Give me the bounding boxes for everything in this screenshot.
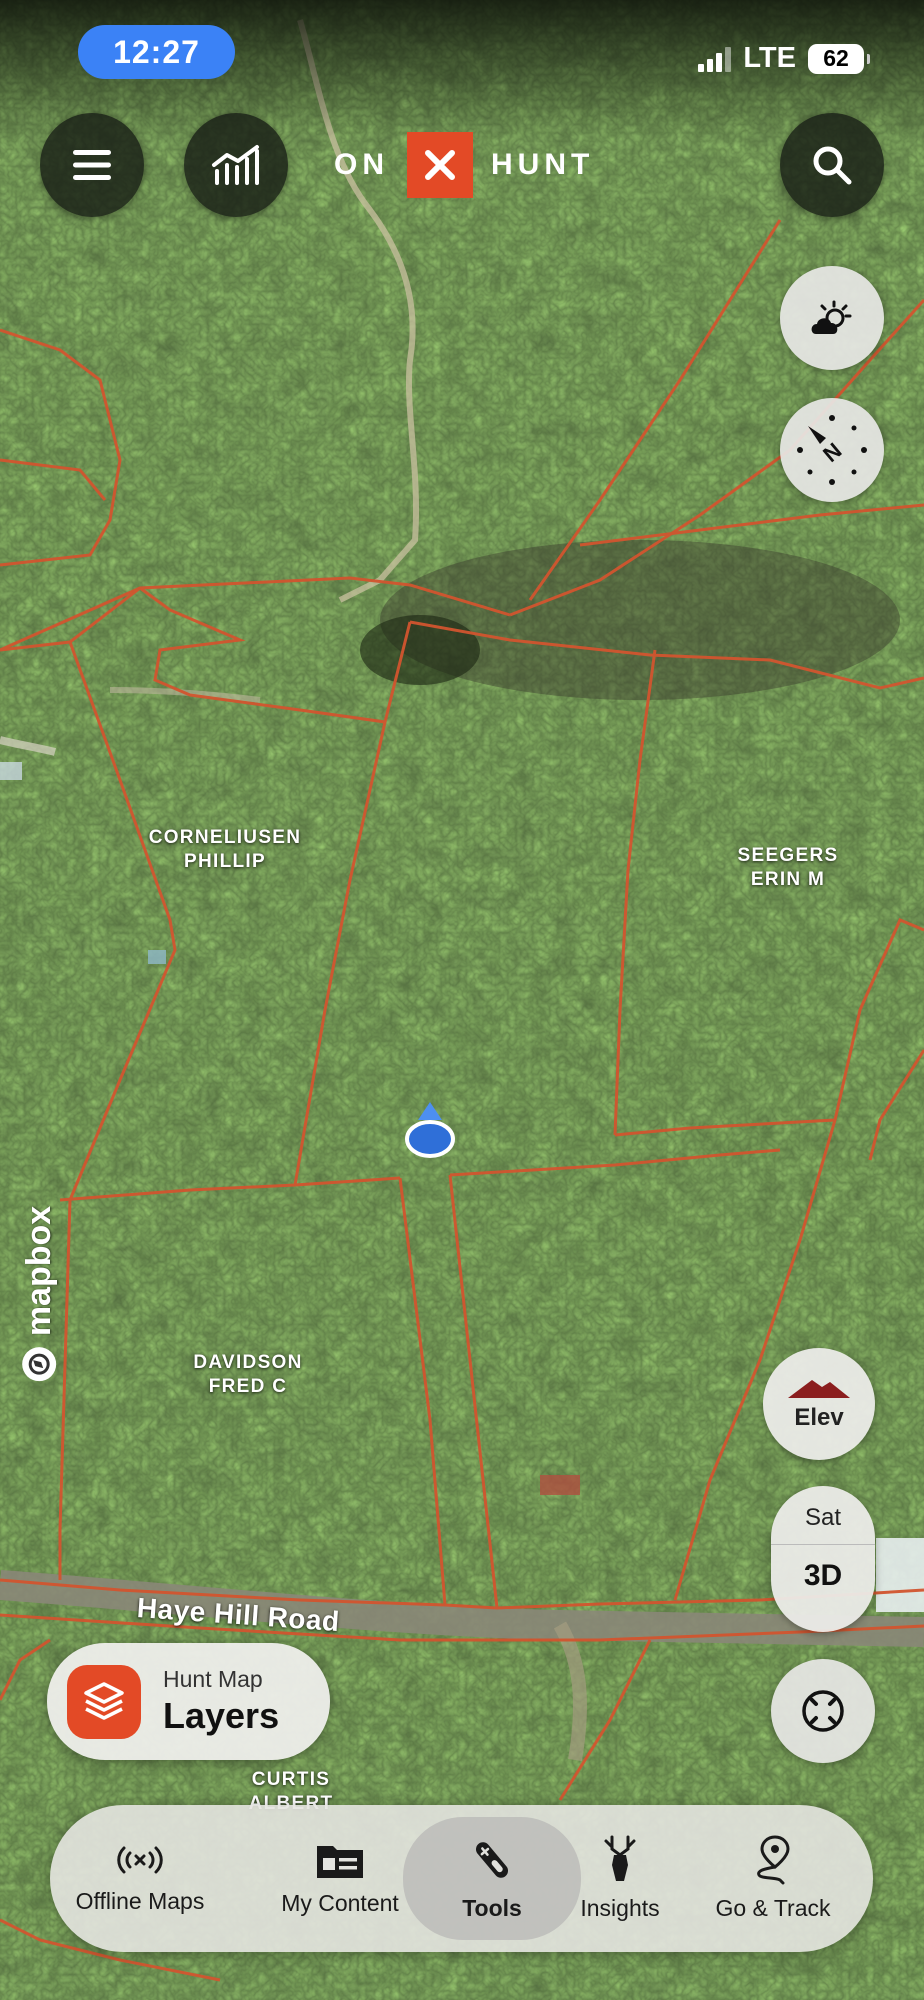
nav-insights[interactable]: Insights	[555, 1805, 685, 1952]
logo-text-on: ON	[334, 148, 389, 181]
search-icon	[813, 146, 852, 185]
view-mode-toggle[interactable]: Sat 3D	[771, 1486, 875, 1632]
activity-chart-icon	[212, 145, 259, 185]
onx-hunt-logo: ON HUNT	[334, 132, 594, 198]
deer-icon	[604, 1835, 636, 1881]
locate-button[interactable]	[771, 1659, 875, 1763]
layers-icon	[67, 1664, 141, 1739]
nav-go-and-track[interactable]: Go & Track	[688, 1805, 858, 1952]
mapbox-attribution[interactable]: mapbox	[19, 1206, 59, 1384]
route-pin-icon	[757, 1835, 790, 1885]
parcel-label-corneliusen: CORNELIUSEN PHILLIP	[140, 826, 310, 874]
parcel-owner-line1: CORNELIUSEN	[148, 827, 302, 848]
nav-label: My Content	[281, 1890, 399, 1916]
nav-my-content[interactable]: My Content	[270, 1805, 410, 1952]
search-button[interactable]	[780, 113, 884, 217]
analytics-button[interactable]	[184, 113, 288, 217]
network-type: LTE	[743, 42, 796, 74]
battery-icon: 62	[808, 43, 870, 74]
mapbox-text: mapbox	[19, 1205, 58, 1337]
parcel-label-seegers: SEEGERS ERIN M	[720, 844, 856, 892]
parcel-owner-line2: PHILLIP	[184, 851, 266, 872]
map-layers-button[interactable]: Hunt Map Layers	[47, 1643, 330, 1760]
parcel-owner-line1: SEEGERS	[737, 845, 839, 866]
crosshair-icon	[802, 1690, 844, 1732]
parcel-owner-line2: ERIN M	[750, 869, 826, 890]
weather-sun-cloud-icon	[811, 300, 852, 334]
sat-option[interactable]: Sat	[805, 1504, 841, 1532]
hamburger-menu-icon	[73, 150, 111, 180]
layers-title: Layers	[163, 1695, 280, 1736]
offline-maps-icon	[117, 1846, 163, 1874]
status-right: LTE 62	[698, 42, 870, 75]
logo-text-hunt: HUNT	[491, 148, 595, 181]
x-icon	[425, 150, 455, 180]
weather-button[interactable]	[780, 266, 884, 370]
3d-option[interactable]: 3D	[804, 1559, 842, 1593]
svg-text:N: N	[818, 438, 846, 467]
battery-level: 62	[823, 45, 849, 71]
parcel-owner-line1: CURTIS	[251, 1769, 331, 1790]
nav-label: Tools	[462, 1895, 522, 1921]
elevation-label: Elev	[794, 1404, 844, 1431]
nav-label: Insights	[580, 1895, 660, 1921]
tools-icon	[476, 1842, 508, 1878]
toggle-divider	[771, 1544, 875, 1545]
elevation-button[interactable]: Elev	[763, 1348, 875, 1460]
nav-label: Go & Track	[715, 1895, 831, 1921]
signal-strength-icon	[698, 46, 732, 72]
nav-offline-maps[interactable]: Offline Maps	[70, 1805, 210, 1952]
status-time: 12:27	[78, 25, 235, 79]
mapbox-logo-icon	[22, 1347, 57, 1382]
compass-icon: N	[797, 415, 867, 485]
logo-x-mark	[407, 132, 473, 198]
layers-subtitle: Hunt Map	[163, 1666, 263, 1692]
parcel-owner-line1: DAVIDSON	[193, 1352, 303, 1373]
menu-button[interactable]	[40, 113, 144, 217]
bottom-nav: Offline Maps My Content Tools Insights G…	[50, 1805, 873, 1952]
my-content-icon	[317, 1846, 363, 1878]
parcel-label-davidson: DAVIDSON FRED C	[168, 1351, 328, 1399]
mountain-icon	[788, 1380, 850, 1398]
compass-button[interactable]: N	[780, 398, 884, 502]
parcel-owner-line2: FRED C	[208, 1376, 288, 1397]
nav-label: Offline Maps	[75, 1888, 205, 1914]
